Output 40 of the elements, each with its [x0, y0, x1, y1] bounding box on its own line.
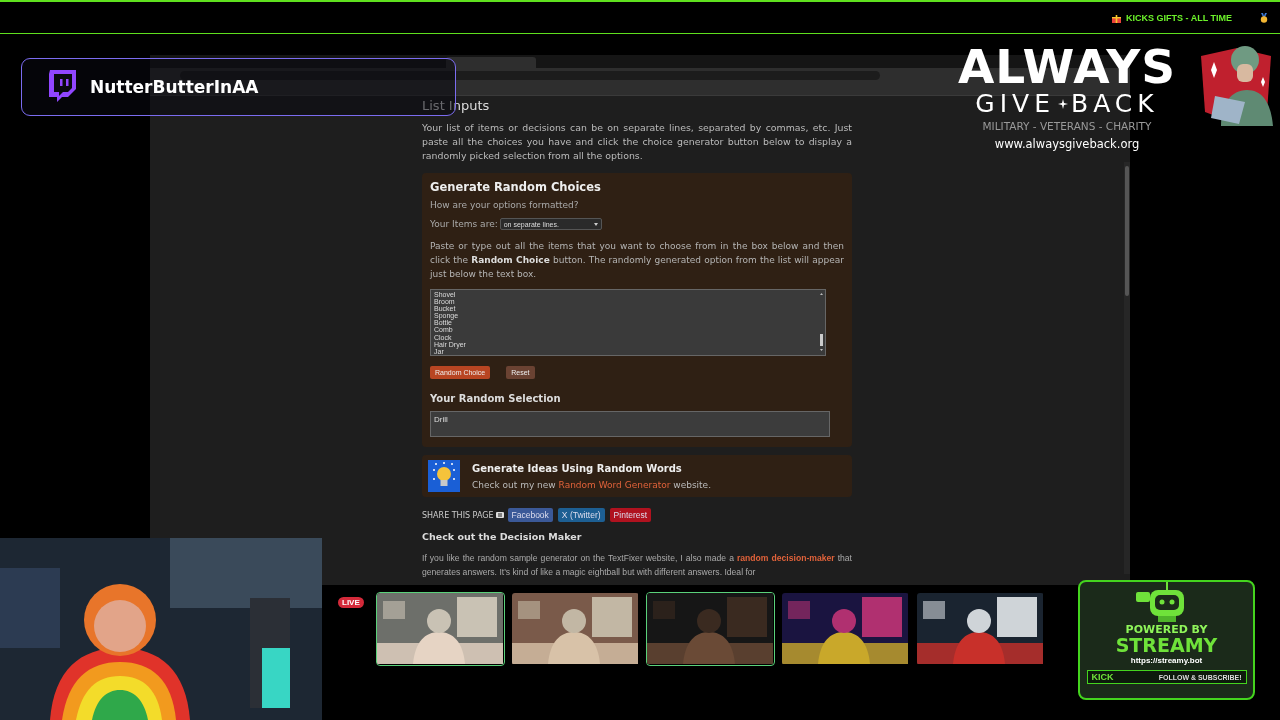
share-button[interactable]: Pinterest — [609, 508, 652, 522]
intro-text: Your list of items or decisions can be on separate lines, separated by commas, etc. Just paste all the choices you have and click the choice generator button below to display a randomly picked selection from all the options. — [422, 121, 852, 163]
streamy-logo-text: STREAMY — [1115, 635, 1218, 655]
format-question: How are your options formatted? — [430, 200, 580, 210]
card-title: Generate Random Choices — [430, 180, 602, 194]
format-label: Your Items are: — [430, 219, 498, 229]
streamy-url: https://streamy.bot — [1130, 656, 1203, 665]
sponsor-tagline: MILITARY - VETERANS - CHARITY — [982, 120, 1152, 132]
powered-by-label: POWERED BY — [1125, 624, 1208, 635]
live-badge: LIVE — [338, 597, 364, 608]
decision-text: If you like the random sample generator on the TextFixer website, I also made a random decision-maker that generates answers. It's kind of like a magic eightball but with different answers. Ideal for — [422, 552, 852, 579]
streamer-name: NutterButterInAA — [90, 77, 259, 97]
share-icon — [495, 512, 504, 518]
gift-icon — [1112, 13, 1121, 23]
scrollbar[interactable] — [1124, 162, 1130, 574]
decision-heading: Check out the Decision Maker — [422, 531, 583, 542]
sponsor-url: www.alwaysgiveback.org — [994, 137, 1140, 151]
share-button[interactable]: Facebook — [507, 508, 553, 522]
medal-icon — [1260, 13, 1268, 23]
lightbulb-icon — [428, 460, 460, 492]
browser-tab[interactable] — [446, 57, 536, 68]
chat-bubble-icon — [46, 70, 76, 104]
caret-icon — [593, 222, 598, 226]
result-field[interactable]: Drill — [430, 411, 830, 437]
star-icon — [1058, 99, 1068, 109]
sponsor-title: GIVE — [975, 90, 1055, 118]
address-bar[interactable] — [180, 71, 880, 80]
share-label: SHARE THIS PAGE — [422, 510, 494, 520]
instructions-text: Paste or type out all the items that you want to choose from in the box below and then click the Random Choice button. The randomly generated option from the list will appear just below the text box. — [430, 240, 844, 281]
share-button[interactable]: X (Twitter) — [557, 508, 605, 522]
decision-maker-link[interactable]: random decision-maker — [737, 553, 835, 563]
random-word-link[interactable]: Random Word Generator — [558, 479, 671, 490]
sponsor-title: ALWAYS — [957, 44, 1177, 90]
sponsor-title: BACK — [1071, 90, 1159, 118]
gifts-leaderboard-title: KICKS GIFTS - ALL TIME — [1126, 13, 1232, 23]
scrollbar[interactable] — [819, 292, 824, 354]
promo-title: Generate Ideas Using Random Words — [472, 462, 683, 474]
platform-label: KICK — [1091, 672, 1114, 682]
result-heading: Your Random Selection — [430, 393, 562, 404]
promo-text: Check out my new Random Word Generator website. — [472, 479, 711, 490]
